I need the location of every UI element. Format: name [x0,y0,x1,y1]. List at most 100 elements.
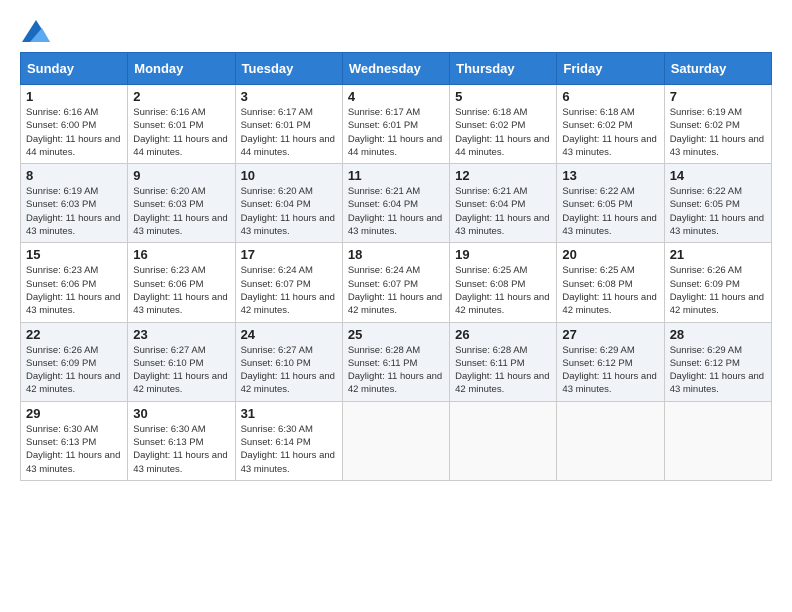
day-number: 23 [133,327,229,342]
day-number: 26 [455,327,551,342]
calendar-cell: 26 Sunrise: 6:28 AMSunset: 6:11 PMDayligh… [450,322,557,401]
day-number: 22 [26,327,122,342]
day-info: Sunrise: 6:21 AMSunset: 6:04 PMDaylight:… [348,185,444,238]
day-number: 24 [241,327,337,342]
page-header [20,20,772,42]
calendar-cell: 31Sunrise: 6:30 AMSunset: 6:14 PMDayligh… [235,401,342,480]
day-info: Sunrise: 6:19 AMSunset: 6:02 PMDaylight:… [670,106,766,159]
calendar-cell: 13Sunrise: 6:22 AMSunset: 6:05 PMDayligh… [557,164,664,243]
day-info: Sunrise: 6:24 AMSunset: 6:07 PMDaylight:… [348,264,444,317]
day-number: 29 [26,406,122,421]
calendar-cell: 1 Sunrise: 6:16 AMSunset: 6:00 PMDaylight… [21,85,128,164]
day-number: 31 [241,406,337,421]
calendar-cell: 29Sunrise: 6:30 AMSunset: 6:13 PMDayligh… [21,401,128,480]
logo [20,20,50,42]
calendar-cell: 14 Sunrise: 6:22 AMSunset: 6:05 PMDayligh… [664,164,771,243]
calendar-cell: 9 Sunrise: 6:20 AMSunset: 6:03 PMDaylight… [128,164,235,243]
day-number: 3 [241,89,337,104]
day-number: 9 [133,168,229,183]
calendar-cell [342,401,449,480]
calendar-cell: 12 Sunrise: 6:21 AMSunset: 6:04 PMDayligh… [450,164,557,243]
calendar-cell: 6 Sunrise: 6:18 AMSunset: 6:02 PMDaylight… [557,85,664,164]
calendar-cell: 19 Sunrise: 6:25 AMSunset: 6:08 PMDayligh… [450,243,557,322]
day-info: Sunrise: 6:25 AMSunset: 6:08 PMDaylight:… [562,264,658,317]
day-info: Sunrise: 6:27 AMSunset: 6:10 PMDaylight:… [241,344,337,397]
calendar-cell: 20Sunrise: 6:25 AMSunset: 6:08 PMDayligh… [557,243,664,322]
day-number: 12 [455,168,551,183]
day-info: Sunrise: 6:18 AMSunset: 6:02 PMDaylight:… [562,106,658,159]
calendar-cell [664,401,771,480]
day-number: 1 [26,89,122,104]
weekday-header-wednesday: Wednesday [342,53,449,85]
calendar-cell [557,401,664,480]
calendar-cell: 22Sunrise: 6:26 AMSunset: 6:09 PMDayligh… [21,322,128,401]
day-number: 2 [133,89,229,104]
day-number: 27 [562,327,658,342]
calendar-header-row: SundayMondayTuesdayWednesdayThursdayFrid… [21,53,772,85]
weekday-header-saturday: Saturday [664,53,771,85]
day-info: Sunrise: 6:24 AMSunset: 6:07 PMDaylight:… [241,264,337,317]
calendar-week-row: 29 Sunrise: 6:30 AMSunset: 6:13 PMDayligh… [21,401,772,480]
day-number: 21 [670,247,766,262]
day-number: 18 [348,247,444,262]
calendar-week-row: 8 Sunrise: 6:19 AMSunset: 6:03 PMDaylight… [21,164,772,243]
calendar-cell: 17 Sunrise: 6:24 AMSunset: 6:07 PMDayligh… [235,243,342,322]
calendar-cell: 7 Sunrise: 6:19 AMSunset: 6:02 PMDaylight… [664,85,771,164]
calendar-cell: 15 Sunrise: 6:23 AMSunset: 6:06 PMDayligh… [21,243,128,322]
calendar-cell: 18 Sunrise: 6:24 AMSunset: 6:07 PMDayligh… [342,243,449,322]
day-info: Sunrise: 6:16 AMSunset: 6:00 PMDaylight:… [26,106,122,159]
calendar-cell: 30 Sunrise: 6:30 AMSunset: 6:13 PMDayligh… [128,401,235,480]
calendar-cell: 28 Sunrise: 6:29 AMSunset: 6:12 PMDayligh… [664,322,771,401]
calendar-cell: 23 Sunrise: 6:27 AMSunset: 6:10 PMDayligh… [128,322,235,401]
calendar-cell: 5Sunrise: 6:18 AMSunset: 6:02 PMDaylight… [450,85,557,164]
day-info: Sunrise: 6:20 AMSunset: 6:03 PMDaylight:… [133,185,229,238]
day-info: Sunrise: 6:27 AMSunset: 6:10 PMDaylight:… [133,344,229,397]
weekday-header-thursday: Thursday [450,53,557,85]
day-number: 11 [348,168,444,183]
calendar-cell: 4 Sunrise: 6:17 AMSunset: 6:01 PMDaylight… [342,85,449,164]
calendar-cell: 8 Sunrise: 6:19 AMSunset: 6:03 PMDaylight… [21,164,128,243]
weekday-header-tuesday: Tuesday [235,53,342,85]
day-info: Sunrise: 6:22 AMSunset: 6:05 PMDaylight:… [670,185,766,238]
calendar-cell: 25Sunrise: 6:28 AMSunset: 6:11 PMDayligh… [342,322,449,401]
day-info: Sunrise: 6:29 AMSunset: 6:12 PMDaylight:… [562,344,658,397]
day-number: 10 [241,168,337,183]
day-info: Sunrise: 6:22 AMSunset: 6:05 PMDaylight:… [562,185,658,238]
calendar-week-row: 15 Sunrise: 6:23 AMSunset: 6:06 PMDayligh… [21,243,772,322]
day-info: Sunrise: 6:26 AMSunset: 6:09 PMDaylight:… [670,264,766,317]
day-info: Sunrise: 6:23 AMSunset: 6:06 PMDaylight:… [26,264,122,317]
day-number: 5 [455,89,551,104]
day-number: 19 [455,247,551,262]
day-number: 4 [348,89,444,104]
day-info: Sunrise: 6:25 AMSunset: 6:08 PMDaylight:… [455,264,551,317]
calendar-week-row: 1 Sunrise: 6:16 AMSunset: 6:00 PMDaylight… [21,85,772,164]
calendar-cell: 10Sunrise: 6:20 AMSunset: 6:04 PMDayligh… [235,164,342,243]
day-number: 6 [562,89,658,104]
logo-icon [22,20,50,42]
calendar-cell: 16Sunrise: 6:23 AMSunset: 6:06 PMDayligh… [128,243,235,322]
day-number: 14 [670,168,766,183]
weekday-header-sunday: Sunday [21,53,128,85]
day-info: Sunrise: 6:28 AMSunset: 6:11 PMDaylight:… [455,344,551,397]
day-info: Sunrise: 6:29 AMSunset: 6:12 PMDaylight:… [670,344,766,397]
day-info: Sunrise: 6:21 AMSunset: 6:04 PMDaylight:… [455,185,551,238]
calendar-cell [450,401,557,480]
day-info: Sunrise: 6:17 AMSunset: 6:01 PMDaylight:… [348,106,444,159]
day-info: Sunrise: 6:23 AMSunset: 6:06 PMDaylight:… [133,264,229,317]
calendar-week-row: 22Sunrise: 6:26 AMSunset: 6:09 PMDayligh… [21,322,772,401]
day-number: 30 [133,406,229,421]
day-number: 17 [241,247,337,262]
day-number: 7 [670,89,766,104]
day-number: 8 [26,168,122,183]
day-info: Sunrise: 6:30 AMSunset: 6:13 PMDaylight:… [133,423,229,476]
day-info: Sunrise: 6:19 AMSunset: 6:03 PMDaylight:… [26,185,122,238]
calendar-cell: 11 Sunrise: 6:21 AMSunset: 6:04 PMDayligh… [342,164,449,243]
calendar-cell: 2 Sunrise: 6:16 AMSunset: 6:01 PMDaylight… [128,85,235,164]
calendar-cell: 21 Sunrise: 6:26 AMSunset: 6:09 PMDayligh… [664,243,771,322]
day-number: 15 [26,247,122,262]
day-number: 28 [670,327,766,342]
day-info: Sunrise: 6:17 AMSunset: 6:01 PMDaylight:… [241,106,337,159]
weekday-header-friday: Friday [557,53,664,85]
day-info: Sunrise: 6:16 AMSunset: 6:01 PMDaylight:… [133,106,229,159]
calendar-table: SundayMondayTuesdayWednesdayThursdayFrid… [20,52,772,481]
